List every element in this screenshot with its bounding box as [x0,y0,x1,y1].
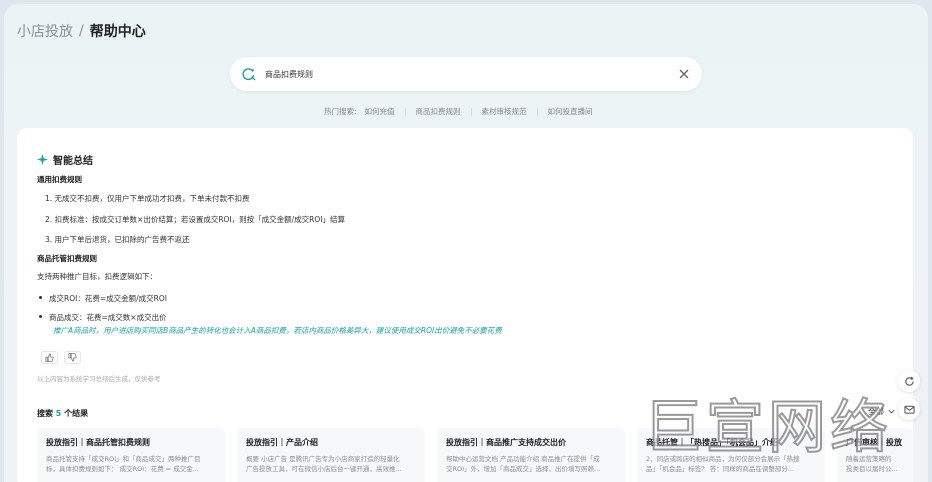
feedback-button[interactable] [898,398,920,420]
rule-item: 3. 用户下单后退货，已扣除的广告费不返还 [45,235,190,244]
result-title: 商品托管｜「热搜品」「机会品」介绍 [646,438,778,447]
divider [404,107,406,116]
app-frame: 小店投放 / 帮助中心 热门搜索: 如何充值 商品扣费规则 素材审核规范 如何投… [4,4,928,482]
hot-search-item[interactable]: 商品扣费规则 [416,106,461,117]
result-card[interactable]: 投放指引｜商品推广支持成交出价 帮助中心运营文档 产品功能介绍 商品推广在提供「… [437,428,625,482]
smart-search-icon [242,68,256,81]
result-card[interactable]: 投放指引｜商品托管扣费规则 商品托管支持「成交ROI」和「商品成交」两种推广目 … [37,428,225,482]
hot-searches-label: 热门搜索: [324,107,357,116]
rule-item: 2. 扣费标准：按成交订单数×出价结算；若设置成交ROI，则按「成交金额/成交R… [45,215,346,224]
refresh-icon [904,376,914,386]
result-snippet: 广告投放工具，可在微信小店后台一键开通，高效推... [246,465,402,473]
result-title: 投放指引｜商品托管扣费规则 [46,438,150,447]
results-prefix: 搜索 [37,409,53,418]
result-card[interactable]: 投放指引｜产品介绍 概要 小店广告 是腾讯广告专为小店商家打造的轻量化 广告投放… [237,428,425,482]
result-card[interactable]: 商品托管｜「热搜品」「机会品」介绍 2、同店或跨店的相似商品，为何仅部分会展示「… [637,428,825,482]
result-snippet: 投类目以届时公... [846,465,898,473]
chevron-down-icon [888,409,895,414]
result-snippet: 2、同店或跨店的相似商品，为何仅部分会展示「热搜 [646,455,800,463]
result-title: 广告审核｜投放 [846,438,902,447]
thumbs-down-button[interactable] [64,351,81,364]
hot-search-item[interactable]: 如何投直播间 [548,106,593,117]
bullet-dot [39,315,42,318]
divider [470,107,472,116]
breadcrumb-separator: / [79,23,84,39]
result-snippet: 随着运营策略的 [846,455,892,463]
result-snippet: 品」「机会品」标签？ 答：同样的商品在调整部分... [646,465,795,473]
bullet-text: 商品成交：花费=成交数×成交出价 [49,313,167,322]
thumbs-up-button[interactable] [41,351,58,364]
section-title: 通用扣费规则 [37,175,82,184]
filter-dropdown[interactable]: 全部 [868,406,895,417]
section-title: 商品托管扣费规则 [37,254,97,263]
bullet-item: 商品成交：花费=成交数×成交出价 [39,312,167,323]
section-intro: 支持两种推广目标，扣费逻辑如下： [37,272,157,281]
breadcrumb: 小店投放 / 帮助中心 [17,21,146,41]
page-title: 帮助中心 [89,24,146,40]
sparkle-icon [37,154,48,165]
results-title: 搜索 5 个结果 [37,408,88,419]
result-title: 投放指引｜商品推广支持成交出价 [446,438,566,447]
results-count: 5 [55,409,62,418]
hot-search-item[interactable]: 如何充值 [365,106,395,117]
hot-searches: 热门搜索: 如何充值 商品扣费规则 素材审核规范 如何投直播间 [324,106,593,117]
thumbs-up-icon [45,353,54,362]
ai-summary-title: 智能总结 [37,152,93,167]
result-title: 投放指引｜产品介绍 [246,438,318,447]
results-suffix: 个结果 [64,409,89,418]
mail-icon [903,405,915,414]
refresh-button[interactable] [898,370,920,392]
content-card: 智能总结 通用扣费规则 1. 无成交不扣费，仅用户下单成功才扣费，下单未付款不扣… [17,128,913,482]
result-snippet: 商品托管支持「成交ROI」和「商品成交」两种推广目 [46,455,201,463]
divider [536,107,538,116]
search-bar[interactable] [230,57,702,91]
clear-icon[interactable] [678,68,690,80]
breadcrumb-root[interactable]: 小店投放 [17,21,73,41]
thumbs-down-icon [68,353,77,362]
hot-search-item[interactable]: 素材审核规范 [482,106,527,117]
bullet-text: 成交ROI：花费=成交金额/成交ROI [49,294,167,303]
result-snippet: 帮助中心运营文档 产品功能介绍 商品推广在提供「成 [446,455,600,463]
result-snippet: 标，具体扣费规则如下： 成交ROI：花费 = 成交金... [46,465,199,473]
result-snippet: 交ROI」外，增加「商品成交」选择，出价填写照赖... [446,465,601,473]
highlight-note: 推广A商品时，用户进店购买同店B商品产生的转化也会计入A商品扣费，若店内商品价格… [53,326,502,335]
rule-item: 1. 无成交不扣费，仅用户下单成功才扣费，下单未付款不扣费 [45,194,250,203]
bullet-dot [39,296,42,299]
result-card[interactable]: 广告审核｜投放 随着运营策略的 投类目以届时公... [837,428,913,482]
bullet-item: 成交ROI：花费=成交金额/成交ROI [39,293,167,304]
filter-label: 全部 [868,407,884,416]
result-snippet: 概要 小店广告 是腾讯广告专为小店商家打造的轻量化 [246,455,400,463]
ai-summary-title-text: 智能总结 [53,156,93,167]
search-input[interactable] [265,69,678,79]
disclaimer: 以上内容为系统学习总结后生成，仅供参考 [37,375,161,383]
